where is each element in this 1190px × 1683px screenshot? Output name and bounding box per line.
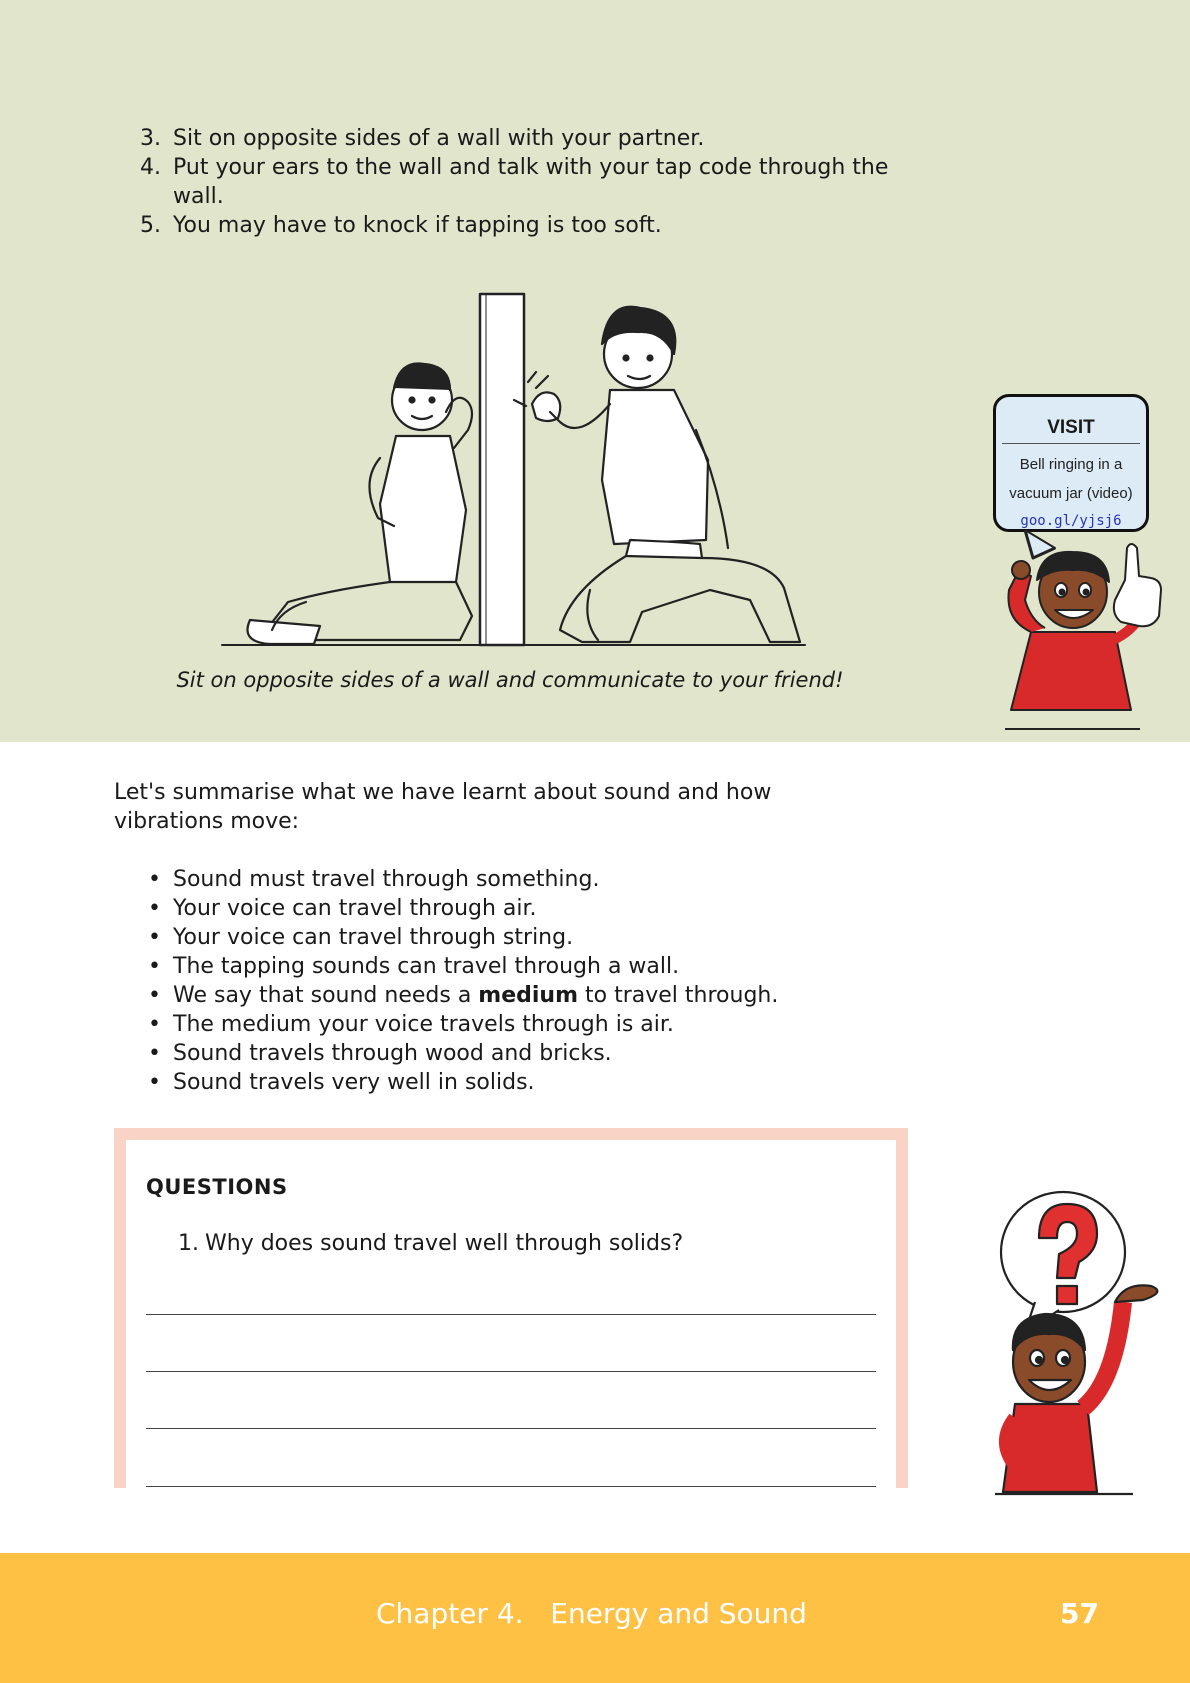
list-item: 3. Sit on opposite sides of a wall with y… (140, 126, 705, 151)
wall-communication-illustration (221, 292, 806, 647)
list-item: • The tapping sounds can travel through a… (148, 954, 680, 979)
list-item: 5. You may have to knock if tapping is to… (140, 213, 662, 238)
answer-line[interactable] (146, 1486, 876, 1487)
pointing-hand-icon (1112, 543, 1162, 628)
list-item: • Sound must travel through something. (148, 867, 600, 892)
summary-list: • Sound must travel through something. • Y… (148, 865, 778, 1097)
list-item: • We say that sound needs a medium to tra… (148, 983, 779, 1008)
question-item: 1. Why does sound travel well through so… (178, 1231, 684, 1256)
list-item: 4. Put your ears to the wall and talk wit… (140, 155, 889, 209)
question-boy-cartoon (975, 1182, 1185, 1501)
pointing-boy-cartoon (1005, 530, 1162, 730)
medium-keyword: medium (478, 983, 579, 1008)
list-item: • The medium your voice travels through i… (148, 1012, 674, 1037)
answer-line[interactable] (146, 1314, 876, 1315)
visit-heading: VISIT (1002, 417, 1140, 444)
questions-title: QUESTIONS (146, 1175, 288, 1199)
list-item: • Your voice can travel through string. (148, 925, 574, 950)
activity-steps: 3. Sit on opposite sides of a wall with y… (140, 124, 920, 240)
list-item: • Sound travels very well in solids. (148, 1070, 535, 1095)
summary-intro: Let's summarise what we have learnt abou… (114, 780, 772, 834)
answer-line[interactable] (146, 1428, 876, 1429)
chapter-title: Chapter 4. Energy and Sound (376, 1597, 807, 1630)
visit-description: Bell ringing in a vacuum jar (video) (1009, 456, 1133, 502)
visit-box: VISIT Bell ringing in a vacuum jar (vide… (993, 394, 1149, 532)
answer-line[interactable] (146, 1371, 876, 1372)
list-item: • Sound travels through wood and bricks. (148, 1041, 612, 1066)
illustration-caption: Sit on opposite sides of a wall and comm… (176, 668, 844, 692)
list-item: • Your voice can travel through air. (148, 896, 537, 921)
page-number: 57 (1060, 1597, 1099, 1630)
